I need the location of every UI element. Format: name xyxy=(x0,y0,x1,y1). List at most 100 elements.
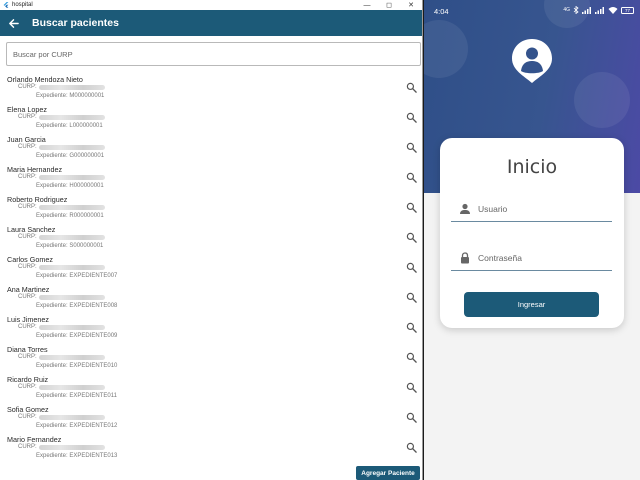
search-icon[interactable] xyxy=(406,292,417,303)
patient-name: Juan Garcia xyxy=(7,135,46,144)
curp-redacted-value xyxy=(38,354,105,360)
curp-redacted-value xyxy=(38,264,105,270)
patient-row[interactable]: Orlando Mendoza Nieto CURP: Expediente: M0… xyxy=(0,73,422,103)
search-icon[interactable] xyxy=(406,382,417,393)
patient-expediente: Expediente: G000000001 xyxy=(36,152,105,159)
patient-row[interactable]: Ricardo Ruiz CURP: Expediente: EXPEDIENTE0… xyxy=(0,373,422,403)
search-icon[interactable] xyxy=(406,352,417,363)
arrow-left-icon xyxy=(8,18,19,28)
curp-redacted-value xyxy=(38,114,105,120)
patient-name: Mario Fernandez xyxy=(7,435,62,444)
curp-label: CURP: xyxy=(18,144,37,150)
curp-label: CURP: xyxy=(18,174,37,180)
signal-icon xyxy=(582,7,591,14)
patient-row[interactable]: Diana Torres CURP: Expediente: EXPEDIENTE0… xyxy=(0,343,422,373)
search-icon[interactable] xyxy=(406,82,417,93)
patient-expediente: Expediente: L000000001 xyxy=(36,122,103,129)
username-field[interactable] xyxy=(451,196,612,222)
patient-name: Laura Sanchez xyxy=(7,225,56,234)
patient-curp: CURP: xyxy=(18,174,105,180)
curp-redacted-value xyxy=(38,204,105,210)
search-icon[interactable] xyxy=(406,172,417,183)
patient-curp: CURP: xyxy=(18,414,105,420)
search-icon[interactable] xyxy=(406,142,417,153)
search-icon[interactable] xyxy=(406,412,417,423)
patient-curp: CURP: xyxy=(18,294,105,300)
search-icon[interactable] xyxy=(406,112,417,123)
maximize-button[interactable]: ◻ xyxy=(378,0,400,10)
curp-redacted-value xyxy=(38,84,105,90)
patient-expediente: Expediente: EXPEDIENTE011 xyxy=(36,392,117,399)
window-title: hospital xyxy=(12,2,33,8)
network-type: 4G xyxy=(563,7,570,13)
header-bubble xyxy=(574,72,630,128)
patient-expediente: Expediente: EXPEDIENTE008 xyxy=(36,302,118,309)
login-title: Inicio xyxy=(506,156,558,178)
curp-label: CURP: xyxy=(18,84,37,90)
signal-icon xyxy=(595,7,604,14)
curp-redacted-value xyxy=(38,384,105,390)
patient-name: Luis Jimenez xyxy=(7,315,49,324)
patient-row[interactable]: Ana Martinez CURP: Expediente: EXPEDIENTE0… xyxy=(0,283,422,313)
patient-row[interactable]: Luis Jimenez CURP: Expediente: EXPEDIENTE0… xyxy=(0,313,422,343)
status-icons: 4G 77 xyxy=(563,6,634,14)
patient-row[interactable]: Mario Fernandez CURP: Expediente: EXPEDIEN… xyxy=(0,433,422,463)
window-titlebar: hospital — ◻ ✕ xyxy=(0,0,422,10)
person-icon xyxy=(460,203,470,214)
search-icon[interactable] xyxy=(406,232,417,243)
patient-curp: CURP: xyxy=(18,384,105,390)
patient-curp: CURP: xyxy=(18,354,105,360)
lock-icon xyxy=(461,251,469,263)
username-input[interactable] xyxy=(478,203,598,214)
patient-expediente: Expediente: M000000001 xyxy=(36,92,105,99)
patient-row[interactable]: Roberto Rodriguez CURP: Expediente: R00000… xyxy=(0,193,422,223)
curp-redacted-value xyxy=(38,444,105,450)
patient-row[interactable]: Carlos Gomez CURP: Expediente: EXPEDIENTE0… xyxy=(0,253,422,283)
patient-row[interactable]: Juan Garcia CURP: Expediente: G000000001 xyxy=(0,133,422,163)
curp-label: CURP: xyxy=(18,384,37,390)
curp-label: CURP: xyxy=(18,414,37,420)
patient-row[interactable]: Laura Sanchez CURP: Expediente: S000000001 xyxy=(0,223,422,253)
password-input[interactable] xyxy=(478,252,598,263)
back-button[interactable] xyxy=(1,10,25,36)
patient-curp: CURP: xyxy=(18,114,105,120)
patient-curp: CURP: xyxy=(18,444,105,450)
search-icon[interactable] xyxy=(406,442,417,453)
patient-curp: CURP: xyxy=(18,324,105,330)
search-input[interactable] xyxy=(6,42,421,66)
patient-curp: CURP: xyxy=(18,84,105,90)
status-time: 4:04 xyxy=(434,7,449,16)
patient-name: Diana Torres xyxy=(7,345,48,354)
patient-expediente: Expediente: H000000001 xyxy=(36,182,104,189)
curp-label: CURP: xyxy=(18,354,37,360)
patient-expediente: Expediente: R000000001 xyxy=(36,212,104,219)
patient-list: Orlando Mendoza Nieto CURP: Expediente: M0… xyxy=(0,73,422,463)
password-field[interactable] xyxy=(451,245,612,271)
minimize-button[interactable]: — xyxy=(356,0,378,10)
patient-row[interactable]: Elena Lopez CURP: Expediente: L000000001 xyxy=(0,103,422,133)
user-location-icon xyxy=(512,39,552,83)
login-card: Inicio Ingresar xyxy=(440,138,624,328)
curp-redacted-value xyxy=(38,174,105,180)
curp-label: CURP: xyxy=(18,234,37,240)
patient-expediente: Expediente: EXPEDIENTE012 xyxy=(36,422,118,429)
search-icon[interactable] xyxy=(406,202,417,213)
close-button[interactable]: ✕ xyxy=(400,0,422,10)
page-title: Buscar pacientes xyxy=(32,17,119,29)
patient-expediente: Expediente: EXPEDIENTE013 xyxy=(36,452,118,459)
curp-redacted-value xyxy=(38,324,105,330)
patient-expediente: Expediente: EXPEDIENTE009 xyxy=(36,332,118,339)
patient-row[interactable]: Sofia Gomez CURP: Expediente: EXPEDIENTE01… xyxy=(0,403,422,433)
bluetooth-icon xyxy=(573,6,579,14)
desktop-window: hospital — ◻ ✕ Buscar pacientes Orlando … xyxy=(0,0,423,480)
login-button[interactable]: Ingresar xyxy=(464,292,599,317)
patient-row[interactable]: Maria Hernandez CURP: Expediente: H0000000… xyxy=(0,163,422,193)
search-icon[interactable] xyxy=(406,322,417,333)
status-bar: 4:04 4G 77 xyxy=(424,0,640,22)
window-controls: — ◻ ✕ xyxy=(356,0,422,10)
curp-redacted-value xyxy=(38,144,105,150)
add-patient-button[interactable]: Agregar Paciente xyxy=(356,466,420,480)
search-icon[interactable] xyxy=(406,262,417,273)
patient-expediente: Expediente: EXPEDIENTE007 xyxy=(36,272,118,279)
patient-name: Roberto Rodriguez xyxy=(7,195,68,204)
